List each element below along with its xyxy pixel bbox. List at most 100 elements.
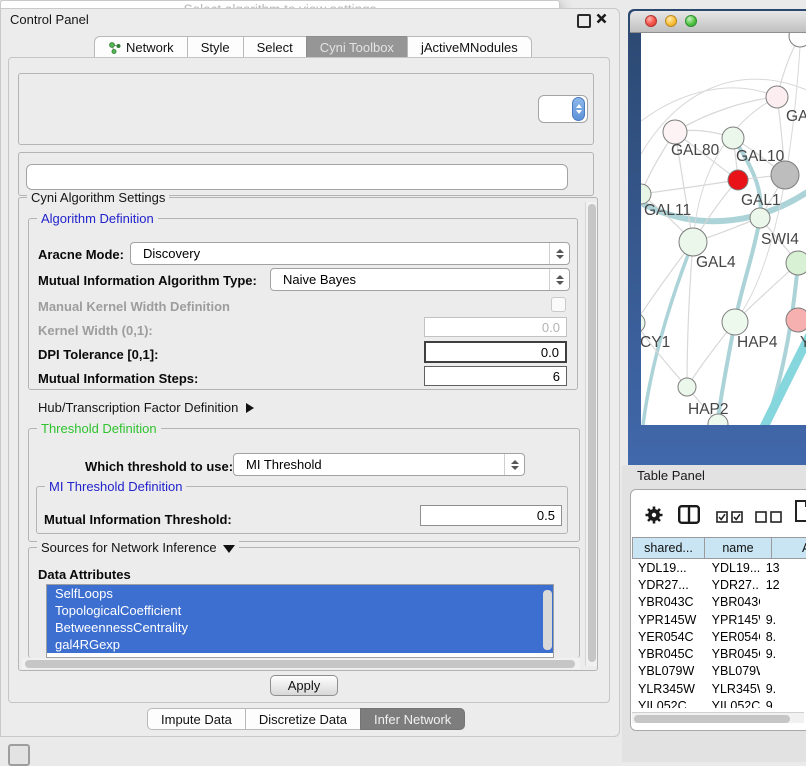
table-row[interactable]: YDL19...YDL19...13 bbox=[632, 559, 806, 576]
algorithm-combo-fragment[interactable] bbox=[538, 95, 588, 123]
traffic-light-minimize-icon[interactable] bbox=[665, 15, 677, 27]
node-label: GAL11 bbox=[644, 202, 691, 219]
float-window-icon[interactable] bbox=[577, 14, 591, 28]
network-edge[interactable] bbox=[687, 242, 693, 387]
aracne-mode-combo[interactable]: Discovery bbox=[130, 242, 570, 265]
table-cell: 8. bbox=[760, 630, 806, 644]
document-icon[interactable] bbox=[793, 500, 806, 527]
inference-algorithm-group-fragment bbox=[18, 73, 594, 145]
table-cell: YBR045C bbox=[698, 647, 760, 661]
table-cell: YIL052C bbox=[632, 699, 698, 708]
close-icon[interactable] bbox=[595, 12, 608, 30]
network-node[interactable] bbox=[789, 33, 806, 47]
combo-stepper-icon[interactable] bbox=[572, 97, 585, 121]
node-label: HAP4 bbox=[737, 334, 778, 351]
network-edge[interactable] bbox=[641, 88, 777, 129]
table-cell: YBL079W bbox=[632, 664, 698, 678]
tab-label: Impute Data bbox=[161, 712, 232, 727]
table-cell: YDR27... bbox=[632, 578, 698, 592]
column-header-a[interactable]: A bbox=[771, 537, 806, 559]
mi-threshold-input[interactable]: 0.5 bbox=[420, 505, 562, 526]
network-node-hap4[interactable] bbox=[722, 309, 748, 335]
column-header-name[interactable]: name bbox=[704, 537, 772, 559]
which-threshold-value: MI Threshold bbox=[246, 457, 322, 472]
table-row[interactable]: YDR27...YDR27...12 bbox=[632, 576, 806, 593]
network-node-gal10[interactable] bbox=[722, 127, 744, 149]
table-row[interactable]: YER054CYER054C8. bbox=[632, 628, 806, 645]
manual-kernel-checkbox[interactable] bbox=[551, 297, 566, 312]
network-node-y[interactable] bbox=[786, 308, 806, 332]
table-scrollbar-thumb[interactable] bbox=[634, 715, 790, 723]
table-cell: YER054C bbox=[632, 630, 698, 644]
data-attributes-list[interactable]: SelfLoopsTopologicalCoefficientBetweenne… bbox=[46, 584, 554, 658]
network-node[interactable] bbox=[771, 161, 799, 189]
tab-infer-network[interactable]: Infer Network bbox=[360, 708, 465, 730]
deselect-all-checkboxes-icon[interactable] bbox=[755, 510, 782, 528]
network-node-swi4[interactable] bbox=[750, 208, 770, 228]
column-header-shared[interactable]: shared... bbox=[632, 537, 705, 559]
tab-impute-data[interactable]: Impute Data bbox=[147, 708, 246, 730]
table-cell: YLR345W bbox=[632, 682, 698, 696]
network-combo-fragment[interactable] bbox=[26, 164, 568, 190]
tab-cyni-toolbox[interactable]: Cyni Toolbox bbox=[306, 36, 408, 58]
network-canvas[interactable]: GALGAL80GAL10GAL1GAL11SWI4GAL4GCY1HAP4YH… bbox=[641, 33, 806, 425]
table-row[interactable]: YIL052CYIL052C9. bbox=[632, 697, 806, 708]
tab-discretize-data[interactable]: Discretize Data bbox=[245, 708, 361, 730]
attribute-item-topologicalcoefficient[interactable]: TopologicalCoefficient bbox=[47, 602, 553, 619]
node-label: GAL bbox=[786, 108, 806, 125]
combo-arrows-icon bbox=[549, 243, 569, 264]
table-row[interactable]: YBL079WYBL079W bbox=[632, 663, 806, 680]
which-threshold-combo[interactable]: MI Threshold bbox=[233, 453, 525, 476]
horizontal-scrollbar-thumb[interactable] bbox=[25, 660, 575, 668]
hub-definition-toggle[interactable]: Hub/Transcription Factor Definition bbox=[38, 400, 254, 415]
vertical-scrollbar[interactable] bbox=[585, 202, 597, 666]
tab-select[interactable]: Select bbox=[243, 36, 307, 58]
horizontal-scrollbar[interactable] bbox=[22, 658, 580, 669]
attribute-item-betweennesscentrality[interactable]: BetweennessCentrality bbox=[47, 619, 553, 636]
network-node-gcy1[interactable] bbox=[641, 313, 645, 333]
table-horizontal-scrollbar[interactable] bbox=[632, 712, 804, 723]
combo-arrows-icon bbox=[504, 454, 524, 475]
kernel-width-input[interactable]: 0.0 bbox=[424, 317, 567, 337]
control-panel-title: Control Panel bbox=[10, 12, 89, 27]
select-all-checkboxes-icon[interactable] bbox=[716, 510, 743, 528]
tab-network[interactable]: Network bbox=[94, 36, 188, 58]
tab-style[interactable]: Style bbox=[187, 36, 244, 58]
attribute-item-selfloops[interactable]: SelfLoops bbox=[47, 585, 553, 602]
list-scrollbar-thumb[interactable] bbox=[543, 590, 552, 650]
attribute-item-gal4rgexp[interactable]: gal4RGexp bbox=[47, 636, 553, 653]
data-attributes-label: Data Attributes bbox=[38, 567, 131, 582]
mi-steps-input[interactable]: 6 bbox=[424, 366, 567, 386]
mi-threshold-label: Mutual Information Threshold: bbox=[44, 512, 232, 527]
network-node-gal4[interactable] bbox=[679, 228, 707, 256]
table-row[interactable]: YPR145WYPR145W9. bbox=[632, 611, 806, 628]
table-row[interactable]: YBR045CYBR045C9. bbox=[632, 645, 806, 662]
table-row[interactable]: YLR345WYLR345W9. bbox=[632, 680, 806, 697]
network-node-gal80[interactable] bbox=[663, 120, 687, 144]
network-node-gal1[interactable] bbox=[728, 170, 748, 190]
tab-label: jActiveMNodules bbox=[421, 40, 518, 55]
traffic-light-close-icon[interactable] bbox=[645, 15, 657, 27]
sources-title[interactable]: Sources for Network Inference bbox=[37, 540, 239, 555]
network-edge[interactable] bbox=[675, 97, 777, 132]
network-edge[interactable] bbox=[641, 180, 738, 194]
table-cell: 13 bbox=[760, 561, 806, 575]
tab-jactivemnodules[interactable]: jActiveMNodules bbox=[407, 36, 532, 58]
columns-icon[interactable] bbox=[678, 505, 700, 529]
vertical-scrollbar-thumb[interactable] bbox=[588, 204, 596, 662]
table-cell: 9. bbox=[760, 699, 806, 708]
network-node[interactable] bbox=[786, 251, 806, 275]
network-node-hap2[interactable] bbox=[678, 378, 696, 396]
network-node-gal[interactable] bbox=[766, 86, 788, 108]
gear-icon[interactable] bbox=[644, 505, 664, 530]
table-cell: YBR043C bbox=[632, 595, 698, 609]
dpi-tolerance-input[interactable]: 0.0 bbox=[424, 341, 567, 363]
dock-icon[interactable] bbox=[8, 744, 30, 766]
apply-button[interactable]: Apply bbox=[270, 675, 338, 696]
traffic-light-zoom-icon[interactable] bbox=[685, 15, 697, 27]
tab-label: Infer Network bbox=[374, 712, 451, 727]
table-row[interactable]: YBR043CYBR043C bbox=[632, 594, 806, 611]
mi-type-combo[interactable]: Naive Bayes bbox=[270, 268, 570, 291]
table-cell: YIL052C bbox=[698, 699, 760, 708]
network-graph: GALGAL80GAL10GAL1GAL11SWI4GAL4GCY1HAP4YH… bbox=[641, 33, 806, 425]
